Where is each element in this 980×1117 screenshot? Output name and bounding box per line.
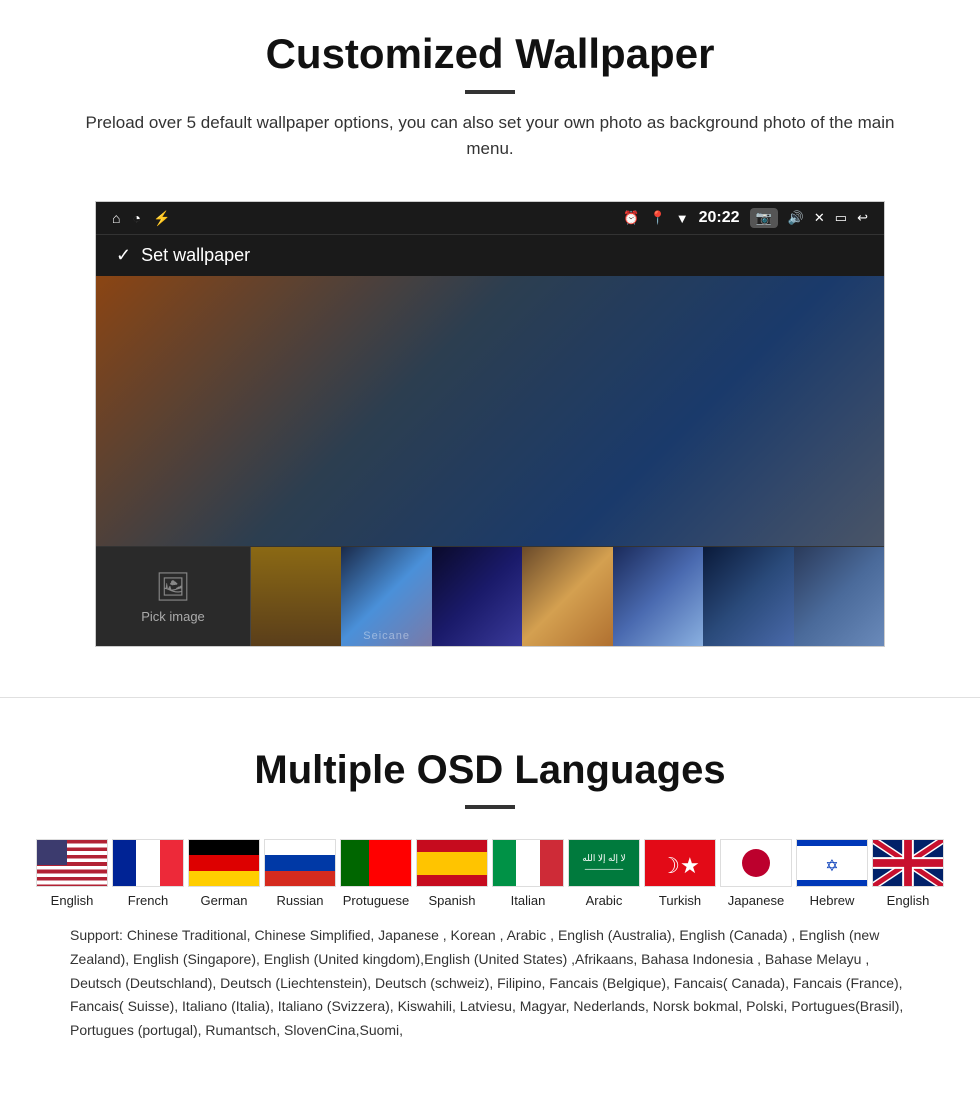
flag-label-russian: Russian [277, 893, 324, 908]
flag-item-turkish: ☽★ Turkish [642, 839, 718, 908]
flag-label-italian: Italian [511, 893, 546, 908]
flag-italy [492, 839, 564, 887]
flag-item-spanish: Spanish [414, 839, 490, 908]
flag-item-french: French [110, 839, 186, 908]
clock-icon: ◔ [132, 210, 140, 226]
israel-stripe-bottom [797, 880, 867, 886]
flag-label-portuguese: Protuguese [343, 893, 410, 908]
flag-saudi: لا إله إلا الله────── [568, 839, 640, 887]
set-wallpaper-label: Set wallpaper [141, 245, 250, 266]
flag-uk [872, 839, 944, 887]
thumbnail-3[interactable] [432, 547, 522, 646]
camera-icon: 📷 [750, 208, 778, 228]
flag-item-russian: Russian [262, 839, 338, 908]
thumbnail-1[interactable] [251, 547, 341, 646]
uk-flag-svg [873, 839, 943, 887]
flag-item-arabic: لا إله إلا الله────── Arabic [566, 839, 642, 908]
flag-label-german: German [201, 893, 248, 908]
flag-item-english-uk: English [870, 839, 946, 908]
wallpaper-section: Customized Wallpaper Preload over 5 defa… [0, 0, 980, 667]
location-icon: 📍 [650, 210, 666, 226]
volume-icon: 🔊 [788, 210, 804, 226]
screenshot-wrapper: ⌂ ◔ ⚡ ⏰ 📍 ▼ 20:22 📷 🔊 ✕ ▭ ↩ ✓ [0, 181, 980, 667]
status-right: ⏰ 📍 ▼ 20:22 📷 🔊 ✕ ▭ ↩ [623, 208, 868, 228]
israel-stripe-top [797, 840, 867, 846]
wallpaper-screenshot: ⌂ ◔ ⚡ ⏰ 📍 ▼ 20:22 📷 🔊 ✕ ▭ ↩ ✓ [95, 201, 885, 647]
flag-item-hebrew: ✡ Hebrew [794, 839, 870, 908]
main-wallpaper-area [96, 276, 884, 546]
flag-label-hebrew: Hebrew [810, 893, 855, 908]
crescent-star-icon: ☽★ [660, 853, 699, 879]
flag-germany [188, 839, 260, 887]
lang-divider [465, 805, 515, 809]
status-time: 20:22 [699, 209, 740, 227]
flag-item-japanese: Japanese [718, 839, 794, 908]
flag-label-english-uk: English [887, 893, 930, 908]
flag-item-italian: Italian [490, 839, 566, 908]
checkmark-icon: ✓ [116, 245, 131, 266]
status-bar: ⌂ ◔ ⚡ ⏰ 📍 ▼ 20:22 📷 🔊 ✕ ▭ ↩ [96, 202, 884, 234]
flag-israel: ✡ [796, 839, 868, 887]
thumbnail-5[interactable] [613, 547, 703, 646]
watermark: Seicane [363, 630, 410, 642]
flag-label-arabic: Arabic [586, 893, 623, 908]
flag-label-french: French [128, 893, 168, 908]
support-text: Support: Chinese Traditional, Chinese Si… [40, 908, 940, 1073]
close-icon: ✕ [814, 210, 825, 226]
section-divider [0, 697, 980, 698]
flag-russia [264, 839, 336, 887]
flag-usa [36, 839, 108, 887]
image-pick-icon: 🖼 [155, 570, 191, 603]
flag-label-japanese: Japanese [728, 893, 784, 908]
usb-icon: ⚡ [153, 210, 170, 227]
back-icon: ↩ [857, 210, 868, 226]
wifi-icon: ▼ [676, 211, 689, 226]
thumbnail-row: 🖼 Pick image Seicane [96, 546, 884, 646]
flag-item-portuguese: Protuguese [338, 839, 414, 908]
arabic-text: لا إله إلا الله────── [582, 853, 625, 874]
flag-label-english-us: English [51, 893, 94, 908]
flag-item-english-us: English [34, 839, 110, 908]
thumbnail-6[interactable] [703, 547, 793, 646]
flag-portugal [340, 839, 412, 887]
flag-france [112, 839, 184, 887]
flag-label-turkish: Turkish [659, 893, 701, 908]
pick-image-label: Pick image [141, 609, 205, 624]
status-left: ⌂ ◔ ⚡ [112, 210, 170, 227]
flag-japan [720, 839, 792, 887]
thumbnail-4[interactable] [522, 547, 612, 646]
flag-spain [416, 839, 488, 887]
japan-circle [742, 849, 770, 877]
wallpaper-description: Preload over 5 default wallpaper options… [60, 110, 920, 161]
star-of-david-icon: ✡ [825, 856, 838, 876]
home-icon: ⌂ [112, 210, 120, 226]
thumbnail-7[interactable] [794, 547, 884, 646]
flag-item-german: German [186, 839, 262, 908]
wallpaper-title: Customized Wallpaper [40, 30, 940, 78]
flag-label-spanish: Spanish [429, 893, 476, 908]
alarm-icon: ⏰ [623, 210, 639, 226]
thumbnail-2[interactable]: Seicane [341, 547, 431, 646]
languages-section: Multiple OSD Languages English French [0, 728, 980, 1083]
flags-row: English French German [40, 839, 940, 908]
flag-turkey: ☽★ [644, 839, 716, 887]
languages-title: Multiple OSD Languages [40, 748, 940, 793]
set-wallpaper-bar: ✓ Set wallpaper [96, 234, 884, 276]
window-icon: ▭ [835, 210, 847, 226]
pick-image-button[interactable]: 🖼 Pick image [96, 547, 251, 646]
title-divider [465, 90, 515, 94]
wallpaper-preview [96, 276, 884, 546]
wallpaper-header-block: Customized Wallpaper Preload over 5 defa… [0, 0, 980, 181]
